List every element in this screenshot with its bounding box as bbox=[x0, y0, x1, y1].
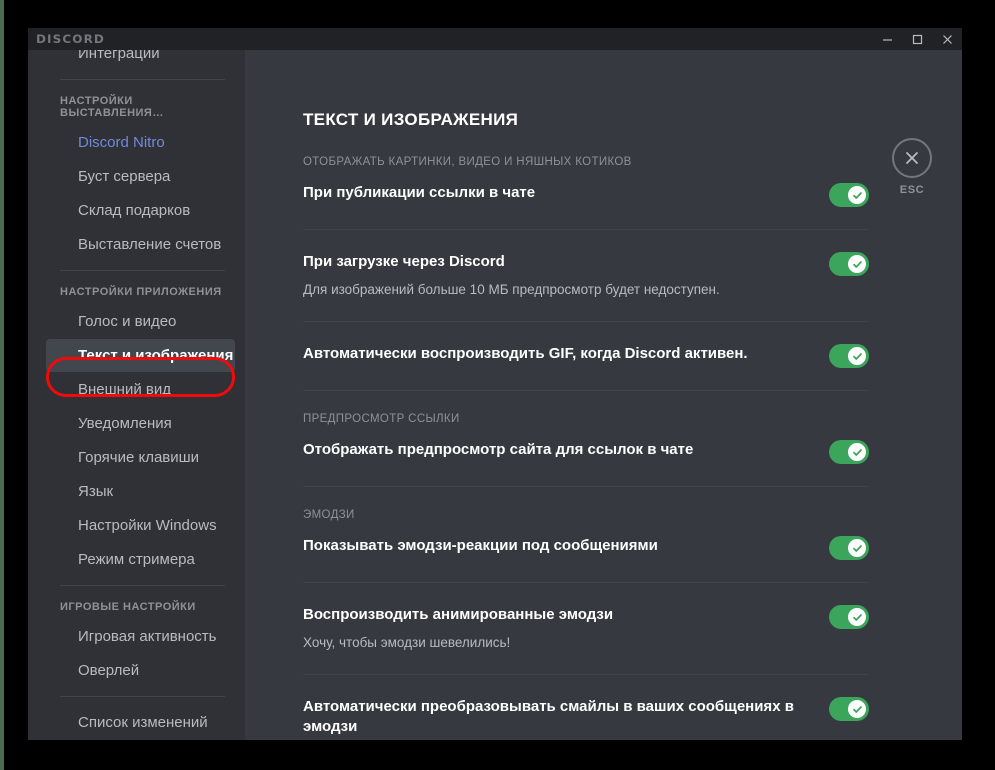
setting-description: Для изображений больше 10 МБ предпросмот… bbox=[303, 282, 720, 297]
content-scrollbar[interactable] bbox=[952, 80, 960, 740]
setting-text: Отображать предпросмотр сайта для ссылок… bbox=[303, 440, 829, 460]
toggle-knob bbox=[848, 608, 866, 626]
sidebar-heading-app-settings: НАСТРОЙКИ ПРИЛОЖЕНИЯ bbox=[60, 286, 222, 298]
setting-title: Автоматически воспроизводить GIF, когда … bbox=[303, 345, 748, 362]
setting-row-convert-emoticons[interactable]: Автоматически преобразовывать смайлы в в… bbox=[303, 697, 869, 737]
setting-text: Автоматически преобразовывать смайлы в в… bbox=[303, 697, 829, 737]
sidebar-divider bbox=[60, 79, 225, 80]
section-divider bbox=[303, 486, 869, 487]
maximize-icon[interactable] bbox=[902, 28, 932, 50]
discord-settings-window: DISCORD Интеграции НАСТРОЙКИ ВЫСТАВЛЕНИЯ… bbox=[28, 28, 962, 740]
setting-text: Автоматически воспроизводить GIF, когда … bbox=[303, 344, 829, 364]
setting-text: При публикации ссылки в чате bbox=[303, 183, 829, 203]
sidebar-item-streamer-mode[interactable]: Режим стримера bbox=[46, 543, 235, 576]
sidebar-divider bbox=[60, 270, 225, 271]
setting-row-emoji-reactions[interactable]: Показывать эмодзи-реакции под сообщениям… bbox=[303, 536, 869, 560]
window-controls bbox=[872, 28, 962, 50]
toggle-autoplay-gif[interactable] bbox=[829, 344, 869, 368]
section-divider bbox=[303, 321, 869, 322]
sidebar-item-integrations[interactable]: Интеграции bbox=[46, 50, 235, 70]
toggle-link-in-chat[interactable] bbox=[829, 183, 869, 207]
discord-wordmark: DISCORD bbox=[36, 32, 105, 46]
section-divider bbox=[303, 229, 869, 230]
section-divider bbox=[303, 674, 869, 675]
sidebar-item-gift-inventory[interactable]: Склад подарков bbox=[46, 194, 235, 227]
settings-sidebar[interactable]: Интеграции НАСТРОЙКИ ВЫСТАВЛЕНИЯ… Discor… bbox=[28, 50, 245, 740]
setting-text: При загрузке через Discord Для изображен… bbox=[303, 252, 829, 299]
sidebar-item-game-activity[interactable]: Игровая активность bbox=[46, 620, 235, 653]
setting-text: Показывать эмодзи-реакции под сообщениям… bbox=[303, 536, 829, 556]
toggle-convert-emoticons[interactable] bbox=[829, 697, 869, 721]
sidebar-divider bbox=[60, 696, 225, 697]
minimize-icon[interactable] bbox=[872, 28, 902, 50]
close-icon[interactable] bbox=[892, 138, 932, 178]
toggle-knob bbox=[848, 255, 866, 273]
setting-title: Автоматически преобразовывать смайлы в в… bbox=[303, 698, 794, 735]
toggle-knob bbox=[848, 186, 866, 204]
sidebar-item-overlay[interactable]: Оверлей bbox=[46, 654, 235, 687]
setting-title: При публикации ссылки в чате bbox=[303, 184, 536, 201]
sidebar-item-language[interactable]: Язык bbox=[46, 475, 235, 508]
page-title: ТЕКСТ И ИЗОБРАЖЕНИЯ bbox=[303, 110, 519, 129]
sidebar-item-voice-video[interactable]: Голос и видео bbox=[46, 305, 235, 338]
toggle-emoji-reactions[interactable] bbox=[829, 536, 869, 560]
setting-title: Воспроизводить анимированные эмодзи bbox=[303, 606, 614, 623]
sidebar-item-keybinds[interactable]: Горячие клавиши bbox=[46, 441, 235, 474]
group-label-link-preview: ПРЕДПРОСМОТР ССЫЛКИ bbox=[303, 413, 460, 425]
sidebar-item-billing[interactable]: Выставление счетов bbox=[46, 228, 235, 261]
sidebar-divider bbox=[60, 585, 225, 586]
toggle-knob bbox=[848, 539, 866, 557]
sidebar-scroll-content: Интеграции НАСТРОЙКИ ВЫСТАВЛЕНИЯ… Discor… bbox=[28, 50, 245, 740]
section-divider bbox=[303, 390, 869, 391]
toggle-knob bbox=[848, 700, 866, 718]
setting-text: Воспроизводить анимированные эмодзи Хочу… bbox=[303, 605, 829, 652]
setting-row-site-preview[interactable]: Отображать предпросмотр сайта для ссылок… bbox=[303, 440, 869, 464]
settings-content-inner: ТЕКСТ И ИЗОБРАЖЕНИЯ ОТОБРАЖАТЬ КАРТИНКИ,… bbox=[245, 50, 885, 740]
sidebar-item-discord-nitro[interactable]: Discord Nitro bbox=[46, 126, 235, 159]
sidebar-item-notifications[interactable]: Уведомления bbox=[46, 407, 235, 440]
sidebar-heading-game-settings: ИГРОВЫЕ НАСТРОЙКИ bbox=[60, 601, 196, 613]
toggle-upload-discord[interactable] bbox=[829, 252, 869, 276]
setting-row-animated-emoji[interactable]: Воспроизводить анимированные эмодзи Хочу… bbox=[303, 605, 869, 652]
setting-description: Хочу, чтобы эмодзи шевелились! bbox=[303, 635, 511, 650]
close-settings-button[interactable]: ESC bbox=[886, 138, 938, 196]
sidebar-item-server-boost[interactable]: Буст сервера bbox=[46, 160, 235, 193]
setting-title: Показывать эмодзи-реакции под сообщениям… bbox=[303, 537, 658, 554]
setting-row-link-in-chat[interactable]: При публикации ссылки в чате bbox=[303, 183, 869, 207]
setting-title: Отображать предпросмотр сайта для ссылок… bbox=[303, 441, 694, 458]
sidebar-item-text-images[interactable]: Текст и изображения bbox=[46, 339, 235, 372]
setting-title: При загрузке через Discord bbox=[303, 253, 505, 270]
screen-edge-strip bbox=[0, 0, 4, 770]
sidebar-item-windows-settings[interactable]: Настройки Windows bbox=[46, 509, 235, 542]
section-divider bbox=[303, 582, 869, 583]
title-bar: DISCORD bbox=[28, 28, 962, 50]
setting-row-autoplay-gif[interactable]: Автоматически воспроизводить GIF, когда … bbox=[303, 344, 869, 368]
group-label-media: ОТОБРАЖАТЬ КАРТИНКИ, ВИДЕО И НЯШНЫХ КОТИ… bbox=[303, 156, 632, 168]
group-label-emoji: ЭМОДЗИ bbox=[303, 509, 355, 521]
sidebar-item-appearance[interactable]: Внешний вид bbox=[46, 373, 235, 406]
esc-label: ESC bbox=[899, 184, 925, 196]
toggle-knob bbox=[848, 443, 866, 461]
settings-content-panel: ТЕКСТ И ИЗОБРАЖЕНИЯ ОТОБРАЖАТЬ КАРТИНКИ,… bbox=[245, 50, 962, 740]
sidebar-item-changelog[interactable]: Список изменений bbox=[46, 706, 235, 739]
setting-row-upload-discord[interactable]: При загрузке через Discord Для изображен… bbox=[303, 252, 869, 299]
toggle-knob bbox=[848, 347, 866, 365]
toggle-animated-emoji[interactable] bbox=[829, 605, 869, 629]
toggle-site-preview[interactable] bbox=[829, 440, 869, 464]
close-icon[interactable] bbox=[932, 28, 962, 50]
sidebar-heading-billing: НАСТРОЙКИ ВЫСТАВЛЕНИЯ… bbox=[60, 95, 164, 119]
